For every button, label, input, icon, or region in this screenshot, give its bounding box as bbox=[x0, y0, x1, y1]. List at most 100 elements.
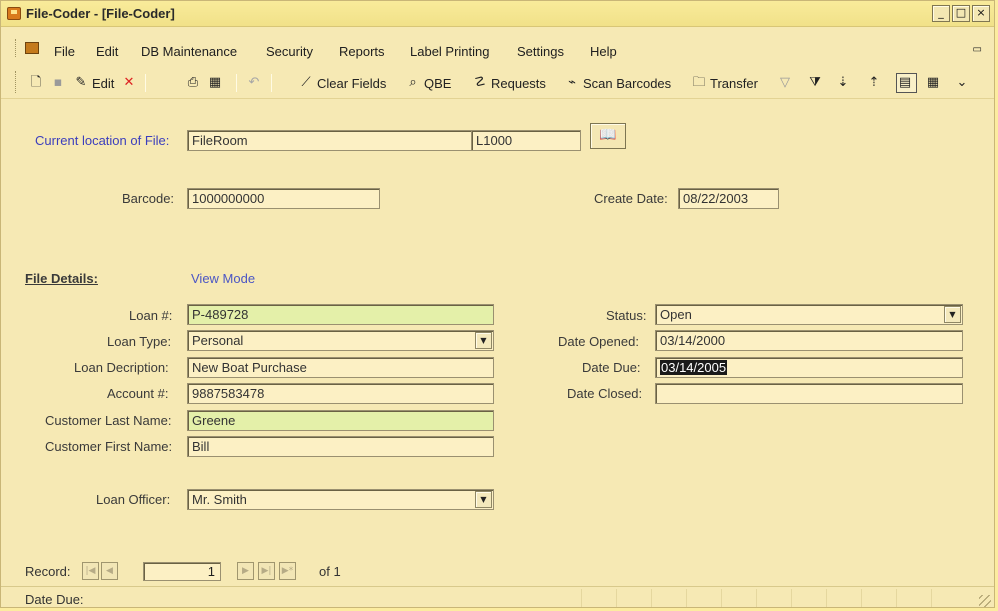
magnifier-icon: ⌕ bbox=[409, 75, 417, 90]
record-navigator: Record: |◀ ◀ 1 ▶ ▶| ▶* of 1 bbox=[1, 560, 994, 582]
date-opened-field[interactable]: 03/14/2000 bbox=[655, 330, 963, 351]
document-menu-icon[interactable] bbox=[25, 42, 39, 54]
barcode-field[interactable]: 1000000000 bbox=[187, 188, 380, 209]
minimize-button[interactable]: _ bbox=[932, 5, 950, 22]
requests-button[interactable]: ☡ Requests bbox=[472, 73, 546, 93]
loan-officer-label: Loan Officer: bbox=[96, 492, 171, 507]
filter-by-selection-button[interactable]: ⧩ bbox=[807, 73, 826, 93]
location-code-field[interactable]: L1000 bbox=[471, 130, 581, 151]
menu-edit[interactable]: Edit bbox=[96, 44, 118, 59]
status-bar: Date Due: bbox=[1, 586, 994, 607]
sort-descending-button[interactable]: ⇡ bbox=[866, 73, 885, 93]
location-name-field[interactable]: FileRoom bbox=[187, 130, 472, 151]
date-closed-field[interactable] bbox=[655, 383, 963, 404]
chevron-down-icon: ⌄ bbox=[956, 75, 968, 90]
menu-file[interactable]: File bbox=[54, 44, 75, 59]
resize-grip-icon[interactable] bbox=[979, 595, 991, 607]
loan-type-select[interactable]: Personal ▼ bbox=[187, 330, 494, 351]
loan-officer-select[interactable]: Mr. Smith ▼ bbox=[187, 489, 494, 510]
new-record-button[interactable]: 🗋 bbox=[28, 73, 47, 93]
edit-button[interactable]: ✎ Edit bbox=[73, 73, 115, 93]
status-bar-text: Date Due: bbox=[25, 592, 84, 607]
status-select[interactable]: Open ▼ bbox=[655, 304, 963, 325]
chevron-down-icon[interactable]: ▼ bbox=[475, 332, 492, 349]
location-lookup-button[interactable]: 📖 bbox=[590, 123, 626, 149]
toolbar: 🗋 ▪ ✎ Edit ✕ ⎙ ▦ ↶ ⟋ Clear Fields ⌕ QBE ☡ Re… bbox=[1, 65, 994, 99]
form-view-icon: ▤ bbox=[898, 75, 912, 90]
folder-icon: 🗀 bbox=[692, 75, 706, 90]
new-document-icon: 🗋 bbox=[30, 75, 42, 90]
restore-window-icon[interactable]: ▭ bbox=[973, 44, 982, 55]
undo-icon: ↶ bbox=[248, 75, 260, 90]
current-record-field[interactable]: 1 bbox=[143, 562, 221, 581]
sort-descending-icon: ⇡ bbox=[868, 75, 880, 90]
close-button[interactable]: × bbox=[972, 5, 990, 22]
next-record-button[interactable]: ▶ bbox=[237, 562, 254, 580]
customer-first-name-label: Customer First Name: bbox=[45, 439, 173, 454]
title-bar[interactable]: File-Coder - [File-Coder] _ □ × bbox=[1, 1, 994, 27]
menu-security[interactable]: Security bbox=[266, 44, 313, 59]
loan-type-value: Personal bbox=[192, 333, 244, 348]
clear-fields-label: Clear Fields bbox=[317, 75, 387, 91]
customer-first-name-field[interactable]: Bill bbox=[187, 436, 494, 457]
edit-label: Edit bbox=[92, 75, 115, 91]
customer-last-name-field[interactable]: Greene bbox=[187, 410, 494, 431]
loan-description-field[interactable]: New Boat Purchase bbox=[187, 357, 494, 378]
book-icon: 📖 bbox=[599, 127, 617, 143]
menu-db-maintenance[interactable]: DB Maintenance bbox=[141, 44, 237, 59]
calendar-button[interactable]: ▦ bbox=[207, 73, 226, 93]
date-closed-label: Date Closed: bbox=[567, 386, 643, 401]
undo-button[interactable]: ↶ bbox=[246, 73, 265, 93]
loan-number-field[interactable]: P-489728 bbox=[187, 304, 494, 325]
menu-bar: File Edit DB Maintenance Security Report… bbox=[1, 38, 994, 62]
view-mode-indicator: View Mode bbox=[191, 271, 256, 286]
date-opened-label: Date Opened: bbox=[558, 334, 639, 349]
print-button[interactable]: ⎙ bbox=[185, 73, 204, 93]
chevron-down-icon[interactable]: ▼ bbox=[475, 491, 492, 508]
broom-icon: ⟋ bbox=[301, 75, 311, 90]
clear-fields-button[interactable]: ⟋ Clear Fields bbox=[298, 73, 386, 93]
delete-x-icon: ✕ bbox=[123, 75, 135, 90]
toolbar-overflow-button[interactable]: ⌄ bbox=[954, 73, 973, 93]
transfer-label: Transfer bbox=[710, 75, 758, 91]
datasheet-view-button[interactable]: ▦ bbox=[925, 73, 944, 93]
loan-type-label: Loan Type: bbox=[107, 334, 172, 349]
create-date-field[interactable]: 08/22/2003 bbox=[678, 188, 779, 209]
new-record-nav-button[interactable]: ▶* bbox=[279, 562, 296, 580]
qbe-button[interactable]: ⌕ QBE bbox=[405, 73, 451, 93]
sort-ascending-button[interactable]: ⇣ bbox=[835, 73, 854, 93]
create-date-label: Create Date: bbox=[594, 191, 668, 206]
filter-icon: ▽ bbox=[780, 75, 790, 90]
form-view-button[interactable]: ▤ bbox=[896, 73, 917, 93]
account-number-label: Account #: bbox=[107, 386, 169, 401]
customer-last-name-label: Customer Last Name: bbox=[45, 413, 172, 428]
menu-settings[interactable]: Settings bbox=[517, 44, 564, 59]
last-record-button[interactable]: ▶| bbox=[258, 562, 275, 580]
requests-label: Requests bbox=[491, 75, 546, 91]
save-button[interactable]: ▪ bbox=[50, 73, 69, 93]
maximize-button[interactable]: □ bbox=[952, 5, 970, 22]
sort-ascending-icon: ⇣ bbox=[837, 75, 849, 90]
chevron-down-icon[interactable]: ▼ bbox=[944, 306, 961, 323]
printer-icon: ⎙ bbox=[187, 75, 199, 90]
date-due-field[interactable]: 03/14/2005 bbox=[655, 357, 963, 378]
scan-barcodes-button[interactable]: ⌁ Scan Barcodes bbox=[564, 73, 671, 93]
loan-number-label: Loan #: bbox=[129, 308, 173, 323]
menu-label-printing[interactable]: Label Printing bbox=[410, 44, 490, 59]
menu-grip-handle[interactable] bbox=[15, 39, 18, 57]
delete-button[interactable]: ✕ bbox=[121, 73, 140, 93]
scanner-icon: ⌁ bbox=[568, 75, 576, 90]
datasheet-icon: ▦ bbox=[926, 75, 940, 90]
date-due-value: 03/14/2005 bbox=[660, 360, 728, 375]
loan-description-label: Loan Decription: bbox=[74, 360, 169, 375]
account-number-field[interactable]: 9887583478 bbox=[187, 383, 494, 404]
previous-record-button[interactable]: ◀ bbox=[101, 562, 118, 580]
date-due-label: Date Due: bbox=[582, 360, 641, 375]
current-location-label: Current location of File: bbox=[35, 133, 170, 148]
first-record-button[interactable]: |◀ bbox=[82, 562, 99, 580]
menu-reports[interactable]: Reports bbox=[339, 44, 385, 59]
menu-help[interactable]: Help bbox=[590, 44, 617, 59]
transfer-button[interactable]: 🗀 Transfer bbox=[691, 73, 758, 93]
toolbar-grip-handle[interactable] bbox=[15, 71, 18, 93]
filter-button[interactable]: ▽ bbox=[777, 73, 796, 93]
